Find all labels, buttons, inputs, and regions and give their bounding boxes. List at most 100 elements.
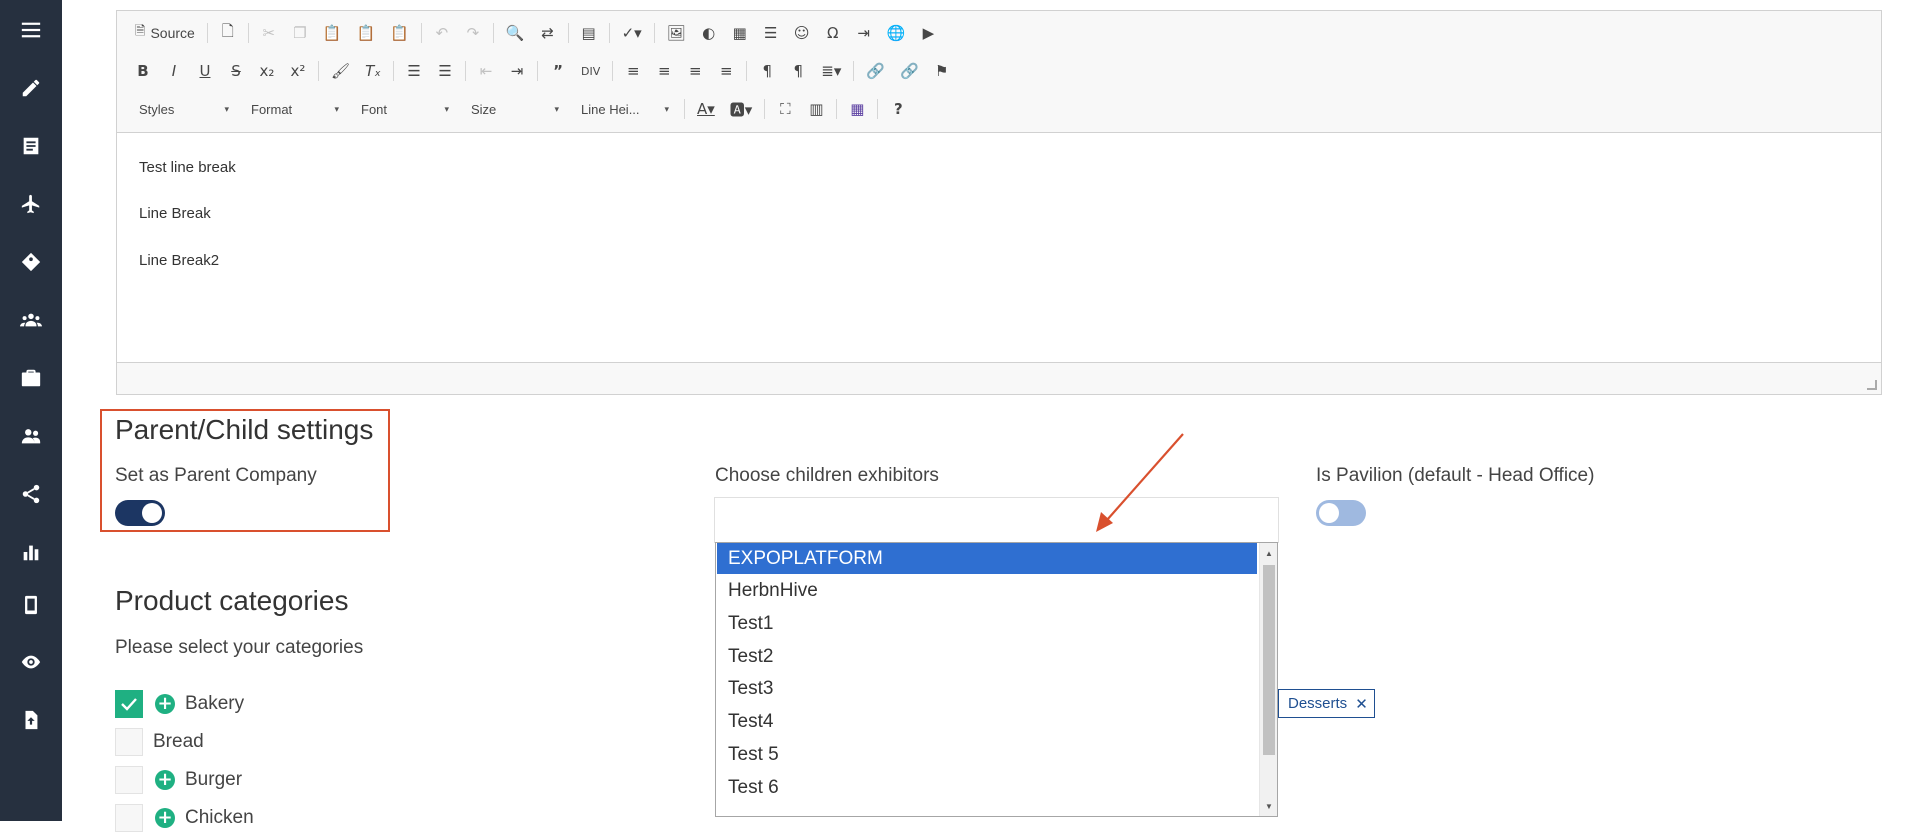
anchor-flag-icon[interactable]: ⚑ [930,59,954,83]
rtl-icon[interactable]: ¶ [786,59,810,83]
dropdown-option[interactable]: Test 6 [717,772,1257,803]
eye-icon[interactable] [0,640,62,684]
redo-icon[interactable]: ↷ [461,21,485,45]
group-icon[interactable] [0,298,62,342]
editor-content[interactable]: Test line break Line Break Line Break2 [117,134,1881,362]
bar-chart-icon[interactable] [0,530,62,574]
ltr-icon[interactable]: ¶ [755,59,779,83]
dropdown-scrollbar[interactable]: ▲ ▼ [1259,543,1277,816]
background-color-icon[interactable]: 🅰▾ [726,97,757,121]
spellcheck-icon[interactable]: ✓▾ [618,21,646,45]
children-exhibitors-select[interactable] [714,497,1279,543]
resize-handle-icon[interactable] [1867,380,1877,390]
menu-icon[interactable] [0,8,62,52]
size-dropdown[interactable]: Size ▾ [463,97,565,121]
pavilion-label: Is Pavilion (default - Head Office) [1316,465,1595,486]
expand-plus-icon[interactable]: + [155,694,175,714]
airplane-icon[interactable] [0,182,62,226]
select-all-icon[interactable]: ▤ [577,21,601,45]
pavilion-toggle[interactable] [1316,500,1366,526]
bulleted-list-icon[interactable]: ☰ [433,59,457,83]
category-checkbox[interactable] [115,766,143,794]
paste-text-icon[interactable]: 📋 [353,21,380,45]
briefcase-icon[interactable] [0,356,62,400]
flash-icon[interactable]: ◐ [697,21,721,45]
templates-icon[interactable]: 🗋 [216,21,240,45]
dropdown-option[interactable]: EXPOPLATFORM [717,543,1257,574]
find-icon[interactable]: 🔍 [502,21,529,45]
cut-icon[interactable]: ✂ [257,21,281,45]
styles-dropdown[interactable]: Styles ▾ [131,97,235,121]
category-checkbox[interactable] [115,728,143,756]
blockquote-icon[interactable]: ” [546,59,570,83]
underline-icon[interactable]: U [193,59,217,83]
pencil-icon[interactable] [0,66,62,110]
table-grid-icon[interactable]: ▦ [845,97,869,121]
mobile-icon[interactable] [0,583,62,627]
outdent-icon[interactable]: ⇤ [474,59,498,83]
dropdown-option[interactable]: HerbnHive [717,575,1257,606]
numbered-list-icon[interactable]: ☰ [402,59,426,83]
dropdown-option[interactable]: Test2 [717,641,1257,672]
horizontal-line-icon[interactable]: ☰ [759,21,783,45]
paste-icon[interactable]: 📋 [319,21,346,45]
dropdown-option[interactable]: Test1 [717,608,1257,639]
category-checkbox[interactable] [115,804,143,832]
strikethrough-icon[interactable]: S [224,59,248,83]
bold-icon[interactable]: B [131,59,155,83]
share-icon[interactable] [0,472,62,516]
superscript-icon[interactable]: x² [286,59,310,83]
dropdown-option[interactable]: Test4 [717,706,1257,737]
undo-icon[interactable]: ↶ [430,21,454,45]
iframe-icon[interactable]: 🌐 [883,21,910,45]
scrollbar-thumb[interactable] [1263,565,1275,755]
source-button[interactable]: 🗎 Source [131,21,199,45]
unlink-icon[interactable]: 🔗 [896,59,923,83]
expand-plus-icon[interactable]: + [155,808,175,828]
line-height-dropdown[interactable]: Line Hei... ▾ [573,97,675,121]
special-char-icon[interactable]: Ω [821,21,845,45]
page-break-icon[interactable]: ⇥ [852,21,876,45]
font-dropdown[interactable]: Font ▾ [353,97,455,121]
help-icon[interactable]: ? [886,97,910,121]
table-icon[interactable]: ▦ [728,21,752,45]
youtube-icon[interactable]: ▶ [916,21,940,45]
remove-format-icon[interactable]: Tₓ [361,59,385,83]
italic-icon[interactable]: I [162,59,186,83]
dropdown-option[interactable]: Test 5 [717,739,1257,770]
set-parent-toggle[interactable] [115,500,165,526]
file-upload-icon[interactable] [0,698,62,742]
document-icon[interactable] [0,124,62,168]
expand-plus-icon[interactable]: + [155,770,175,790]
link-icon[interactable]: 🔗 [862,59,889,83]
indent-icon[interactable]: ⇥ [505,59,529,83]
align-center-icon[interactable]: ≡ [652,59,676,83]
children-exhibitors-label: Choose children exhibitors [715,465,939,486]
justify-icon[interactable]: ≡ [714,59,738,83]
replace-icon[interactable]: ⇄ [536,21,560,45]
scroll-up-icon[interactable]: ▲ [1260,545,1277,561]
copy-icon[interactable]: ❐ [288,21,312,45]
paste-word-icon[interactable]: 📋 [386,21,413,45]
text-color-icon[interactable]: A▾ [693,97,719,121]
chevron-down-icon: ▾ [444,103,449,114]
div-container-icon[interactable]: DIV [577,59,604,83]
align-right-icon[interactable]: ≡ [683,59,707,83]
image-icon[interactable]: 🖼 [663,21,690,45]
copy-format-icon[interactable]: 🖌 [327,59,354,83]
scroll-down-icon[interactable]: ▼ [1260,798,1277,814]
language-icon[interactable]: ≣▾ [817,59,845,83]
subscript-icon[interactable]: x₂ [255,59,279,83]
smiley-icon[interactable]: ☺ [790,21,814,45]
category-checkbox[interactable] [115,690,143,718]
chevron-down-icon: ▾ [224,103,229,114]
users-icon[interactable] [0,414,62,458]
align-left-icon[interactable]: ≡ [621,59,645,83]
close-icon[interactable]: ✕ [1355,695,1368,713]
tag-icon[interactable] [0,240,62,284]
dropdown-option[interactable]: Test3 [717,673,1257,704]
format-dropdown[interactable]: Format ▾ [243,97,345,121]
categories-subheading: Please select your categories [115,637,364,658]
maximize-icon[interactable]: ⛶ [773,97,797,121]
show-blocks-icon[interactable]: ▥ [804,97,828,121]
